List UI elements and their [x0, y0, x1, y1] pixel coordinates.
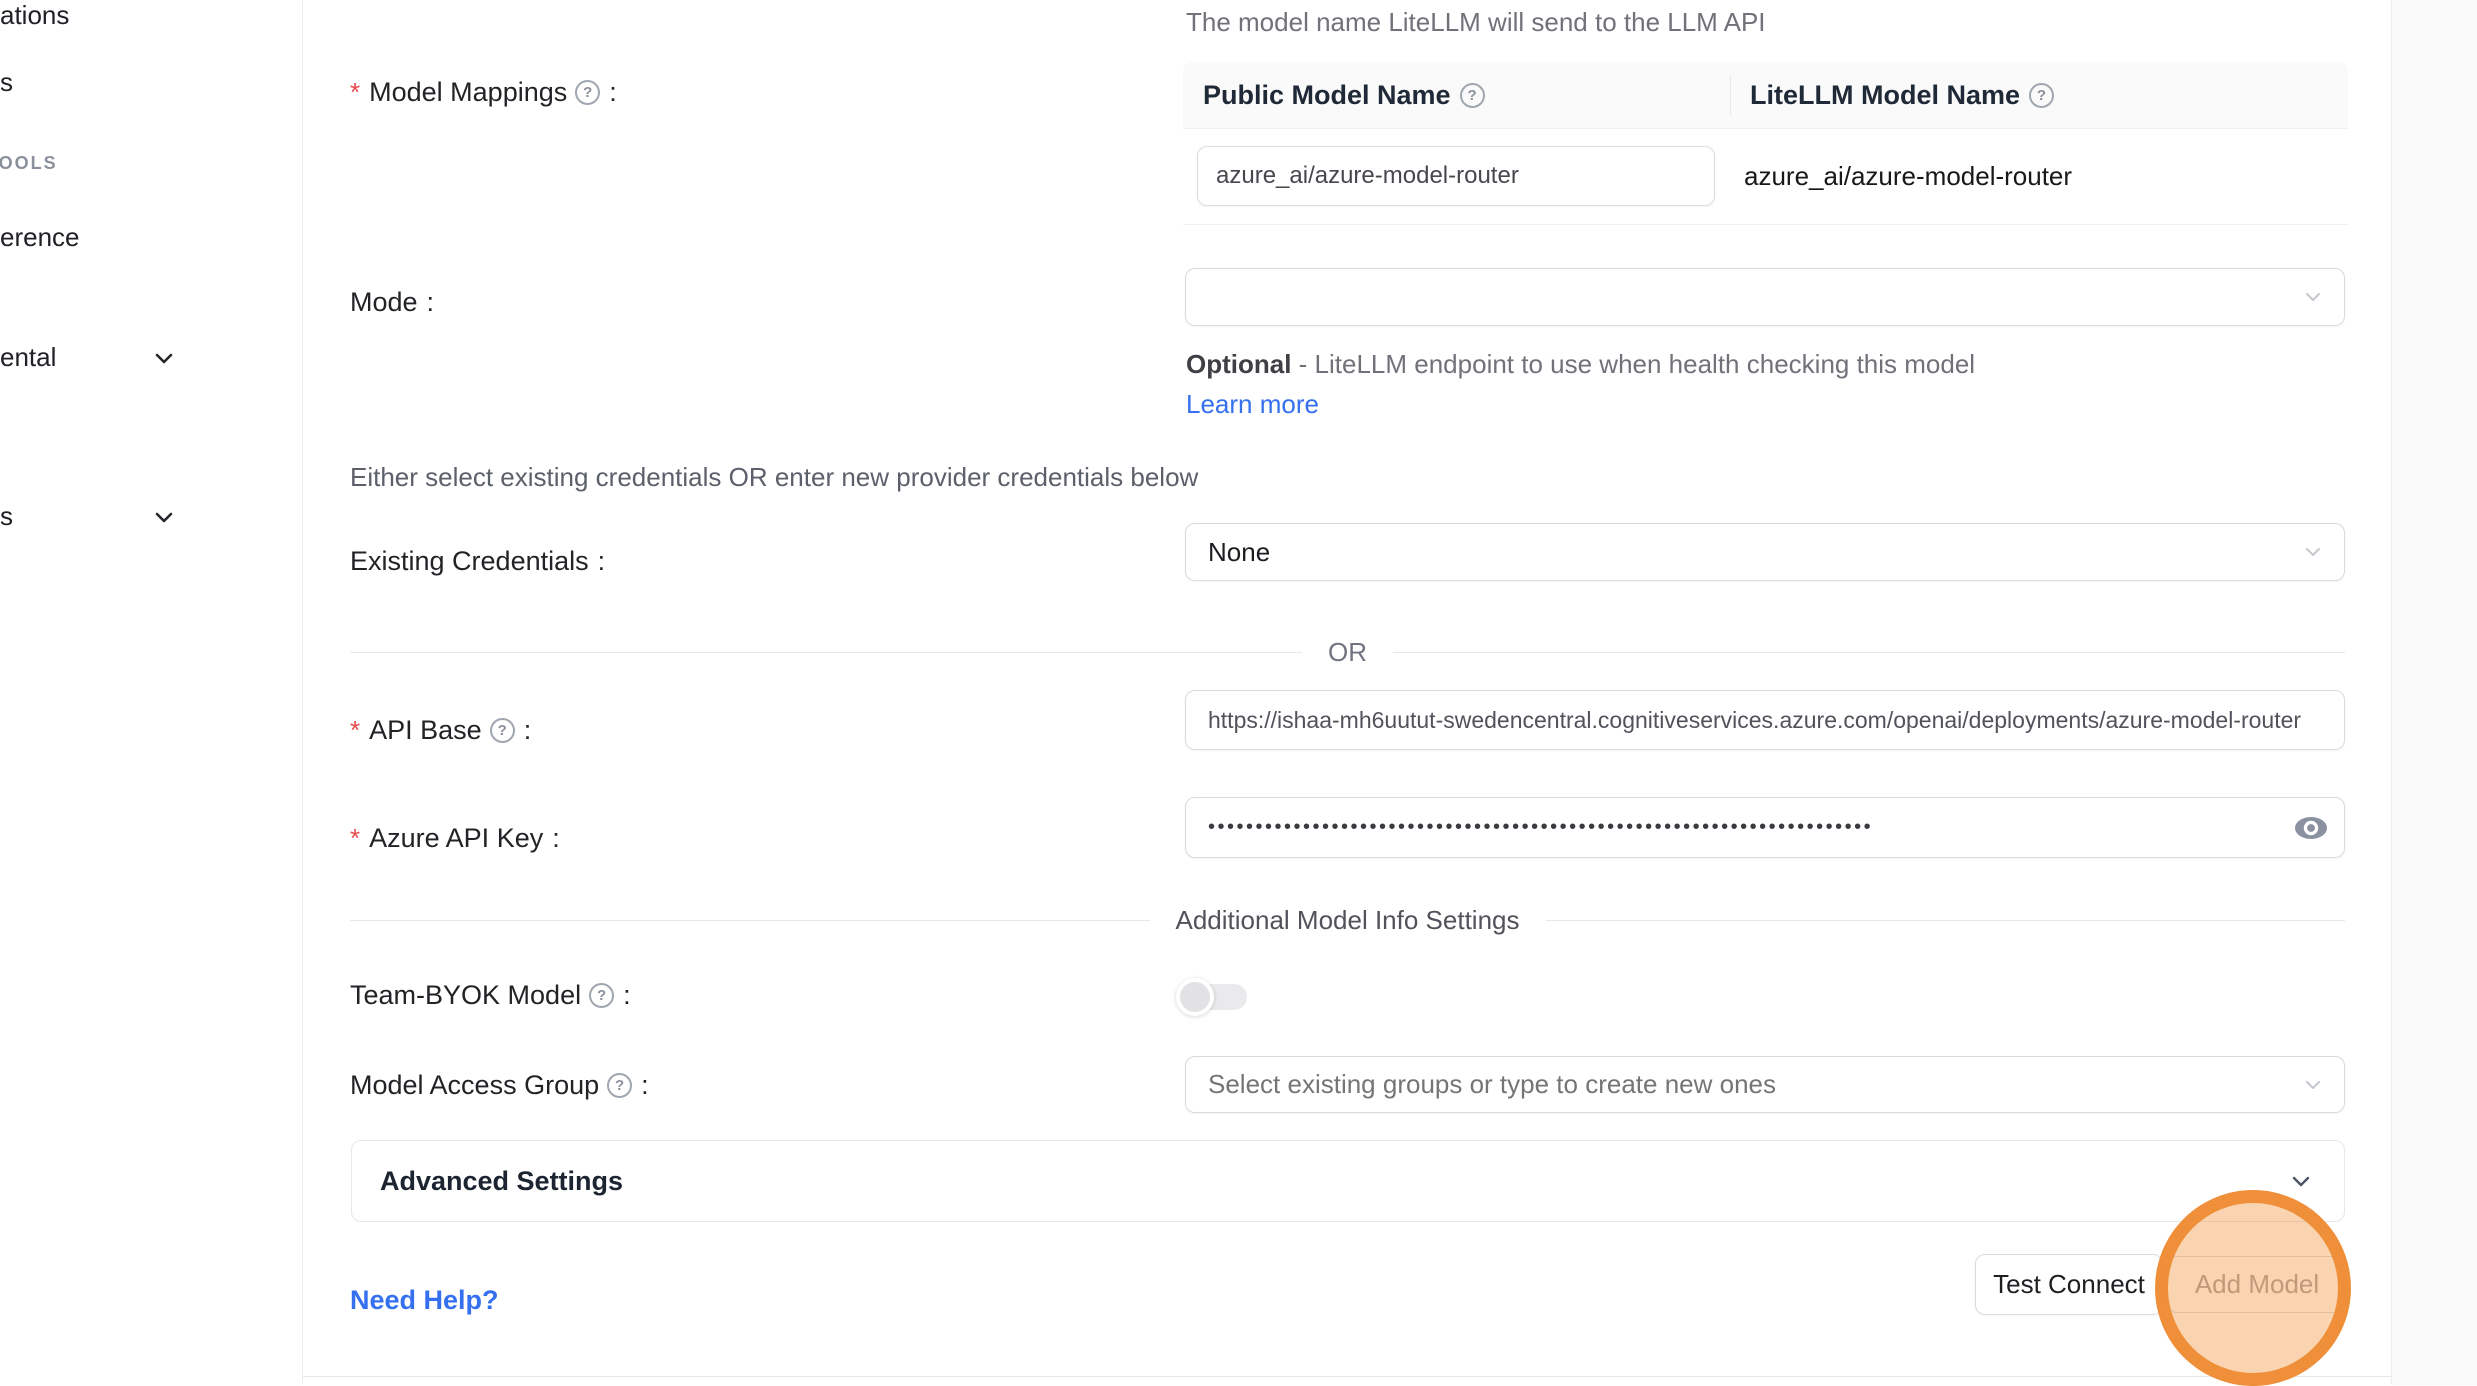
help-icon[interactable]: ?	[607, 1073, 632, 1098]
label-text: Mode	[350, 287, 418, 318]
page-background-strip	[2391, 0, 2477, 1385]
sidebar-item-label: s	[0, 501, 13, 532]
chevron-down-icon	[2286, 1166, 2316, 1196]
chevron-down-icon[interactable]	[150, 503, 178, 531]
model-access-group-label: Model Access Group ? :	[350, 1067, 649, 1103]
sidebar-item-label: s	[0, 67, 13, 98]
or-divider: OR	[350, 632, 2345, 672]
mode-select[interactable]	[1185, 268, 2345, 326]
label-text: Team-BYOK Model	[350, 980, 581, 1011]
sidebar-item-users[interactable]: s	[0, 64, 13, 100]
selected-value: None	[1208, 537, 1270, 568]
label-text: API Base	[369, 715, 482, 746]
chevron-down-icon[interactable]	[150, 344, 178, 372]
label-colon: :	[641, 1070, 649, 1101]
label-colon: :	[524, 715, 532, 746]
help-icon[interactable]: ?	[589, 983, 614, 1008]
help-icon[interactable]: ?	[575, 80, 600, 105]
existing-credentials-label: Existing Credentials :	[350, 543, 605, 579]
divider-line	[1393, 652, 2345, 653]
divider-line	[1546, 920, 2346, 921]
help-icon[interactable]: ?	[490, 718, 515, 743]
label-text: Model Mappings	[369, 77, 567, 108]
api-base-input[interactable]	[1185, 690, 2345, 750]
label-colon: :	[609, 77, 617, 108]
header-divider	[1730, 75, 1731, 115]
required-marker: *	[350, 715, 360, 746]
hint-bold: Optional	[1186, 349, 1291, 379]
sidebar-item-experimental[interactable]: ental	[0, 339, 56, 375]
additional-settings-divider-text: Additional Model Info Settings	[1176, 905, 1520, 936]
team-byok-toggle[interactable]	[1181, 984, 1247, 1010]
existing-credentials-select[interactable]: None	[1185, 523, 2345, 581]
label-colon: :	[623, 980, 631, 1011]
column-header-public-model-name: Public Model Name ?	[1183, 80, 1730, 111]
masked-api-key: ••••••••••••••••••••••••••••••••••••••••…	[1208, 816, 1873, 839]
need-help-link[interactable]: Need Help?	[350, 1282, 499, 1318]
divider-line	[350, 920, 1150, 921]
column-header-label: LiteLLM Model Name	[1750, 80, 2020, 111]
label-colon: :	[598, 546, 606, 577]
column-header-label: Public Model Name	[1203, 80, 1451, 111]
mode-hint: Optional - LiteLLM endpoint to use when …	[1186, 344, 1998, 424]
model-mappings-label: * Model Mappings ? :	[350, 74, 617, 110]
required-marker: *	[350, 77, 360, 108]
toggle-knob	[1176, 978, 1214, 1016]
chevron-down-icon	[2300, 1072, 2326, 1098]
sidebar-item-label: ations	[0, 0, 69, 31]
model-access-group-select[interactable]	[1185, 1056, 2345, 1113]
required-marker: *	[350, 823, 360, 854]
test-connect-button[interactable]: Test Connect	[1975, 1254, 2163, 1315]
sidebar: ations s TOOLS erence ental s	[0, 0, 303, 1385]
api-base-label: * API Base ? :	[350, 712, 531, 748]
hint-text: - LiteLLM endpoint to use when health ch…	[1291, 349, 1975, 379]
label-text: Azure API Key	[369, 823, 543, 854]
model-mappings-table: Public Model Name ? LiteLLM Model Name ?…	[1183, 62, 2348, 225]
advanced-settings-title: Advanced Settings	[380, 1166, 623, 1197]
public-model-name-input[interactable]	[1197, 146, 1715, 206]
azure-api-key-input[interactable]: ••••••••••••••••••••••••••••••••••••••••…	[1185, 797, 2345, 858]
help-icon[interactable]: ?	[2029, 83, 2054, 108]
label-text: Model Access Group	[350, 1070, 599, 1101]
card-bottom-border	[303, 1376, 2391, 1377]
credentials-note: Either select existing credentials OR en…	[350, 459, 1198, 495]
model-name-helper-text: The model name LiteLLM will send to the …	[1186, 4, 1766, 40]
label-colon: :	[427, 287, 435, 318]
advanced-settings-panel[interactable]: Advanced Settings	[351, 1140, 2345, 1222]
mode-label: Mode :	[350, 284, 434, 320]
or-divider-text: OR	[1328, 637, 1367, 668]
sidebar-item-settings[interactable]: s	[0, 498, 13, 534]
label-colon: :	[552, 823, 560, 854]
sidebar-item-api-reference[interactable]: erence	[0, 219, 80, 255]
azure-api-key-label: * Azure API Key :	[350, 820, 560, 856]
annotation-circle	[2155, 1190, 2351, 1386]
add-model-page: { "ui": { "required_marker": "*", "colon…	[0, 0, 2477, 1385]
additional-settings-divider: Additional Model Info Settings	[350, 900, 2345, 940]
chevron-down-icon	[2300, 284, 2326, 310]
eye-icon[interactable]	[2294, 813, 2328, 843]
public-model-name-input-field[interactable]	[1216, 147, 1696, 205]
model-access-group-input-field[interactable]	[1208, 1057, 2282, 1112]
sidebar-section-label: TOOLS	[0, 153, 58, 174]
help-icon[interactable]: ?	[1460, 83, 1485, 108]
label-text: Existing Credentials	[350, 546, 589, 577]
column-header-litellm-model-name: LiteLLM Model Name ?	[1730, 80, 2054, 111]
table-row: azure_ai/azure-model-router	[1183, 129, 2348, 225]
litellm-model-name-value: azure_ai/azure-model-router	[1744, 129, 2072, 224]
sidebar-item-label: erence	[0, 222, 80, 253]
table-header-row: Public Model Name ? LiteLLM Model Name ?	[1183, 62, 2348, 129]
sidebar-section-tools: TOOLS	[0, 146, 58, 180]
sidebar-item-label: ental	[0, 342, 56, 373]
divider-line	[350, 652, 1302, 653]
team-byok-label: Team-BYOK Model ? :	[350, 977, 631, 1013]
sidebar-item-organizations[interactable]: ations	[0, 0, 69, 33]
api-base-input-field[interactable]	[1208, 691, 2334, 749]
chevron-down-icon	[2300, 539, 2326, 565]
learn-more-link[interactable]: Learn more	[1186, 389, 1319, 419]
